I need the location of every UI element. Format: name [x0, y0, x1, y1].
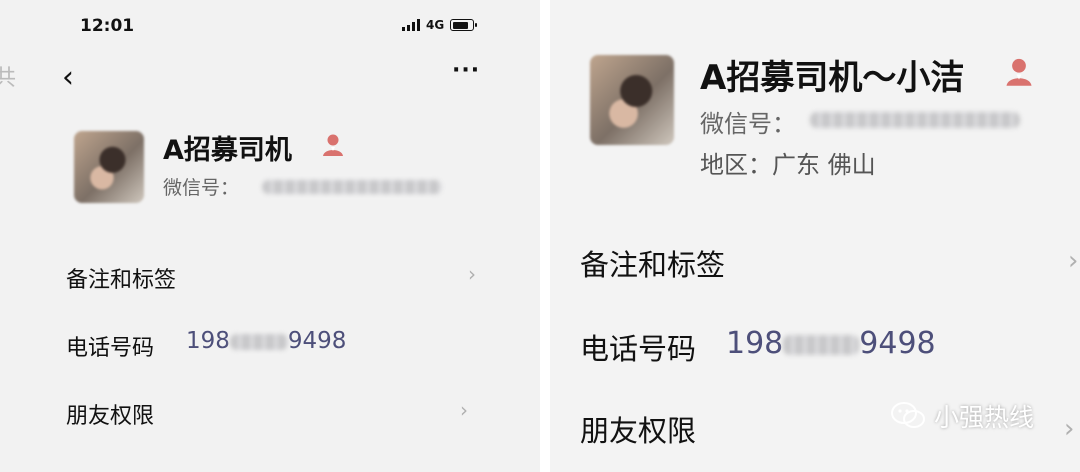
phone-blurred-digits [229, 333, 288, 350]
phone-number-value[interactable]: 198 9498 [726, 326, 936, 361]
avatar[interactable] [74, 131, 144, 203]
watermark: 小强热线 [890, 398, 1034, 434]
remarks-tags-item[interactable]: 备注和标签 [66, 262, 176, 294]
panel-divider [540, 0, 550, 472]
wechat-id-label: 微信号： [700, 110, 796, 138]
phone-suffix: 9498 [859, 326, 936, 361]
wechat-icon [891, 402, 925, 428]
region-text: 地区：广东 佛山 [700, 151, 876, 179]
signal-icon [402, 19, 420, 31]
edge-text: 共 [0, 66, 17, 91]
wechat-id-label: 微信号： [163, 177, 240, 199]
status-icons: 4G [402, 18, 478, 32]
watermark-text: 小强热线 [934, 403, 1035, 432]
phone-number-label: 电话号码 [66, 336, 155, 361]
chevron-right-icon: › [468, 262, 476, 286]
friend-permissions-item[interactable]: 朋友权限 [580, 408, 696, 450]
status-time: 12:01 [80, 16, 135, 36]
person-icon [323, 134, 343, 156]
phone-blurred-digits [783, 334, 860, 355]
phone-prefix: 198 [726, 326, 784, 361]
phone-prefix: 198 [186, 328, 230, 354]
avatar[interactable] [590, 55, 674, 145]
back-icon[interactable]: ‹ [62, 60, 74, 95]
remarks-tags-item[interactable]: 备注和标签 [580, 242, 725, 284]
friend-permissions-item[interactable]: 朋友权限 [66, 398, 154, 430]
network-type: 4G [426, 18, 445, 32]
contact-name: A招募司机～小洁 [700, 58, 965, 98]
chevron-right-icon: › [460, 398, 468, 422]
left-screenshot: 共 12:01 4G ‹ ··· A招募司机 微信号： 备注和标签 › 电话号码… [0, 0, 540, 472]
chevron-right-icon: › [1064, 414, 1075, 444]
more-icon[interactable]: ··· [452, 58, 480, 83]
wechat-id-value-blurred [810, 112, 1020, 128]
phone-number-label: 电话号码 [580, 332, 697, 366]
person-icon [1006, 58, 1032, 86]
wechat-id-value-blurred [262, 180, 442, 194]
battery-icon [450, 19, 478, 31]
contact-name: A招募司机 [163, 135, 292, 166]
phone-suffix: 9498 [287, 328, 347, 354]
chevron-right-icon: › [1068, 246, 1079, 276]
phone-number-value[interactable]: 198 9498 [186, 328, 346, 354]
